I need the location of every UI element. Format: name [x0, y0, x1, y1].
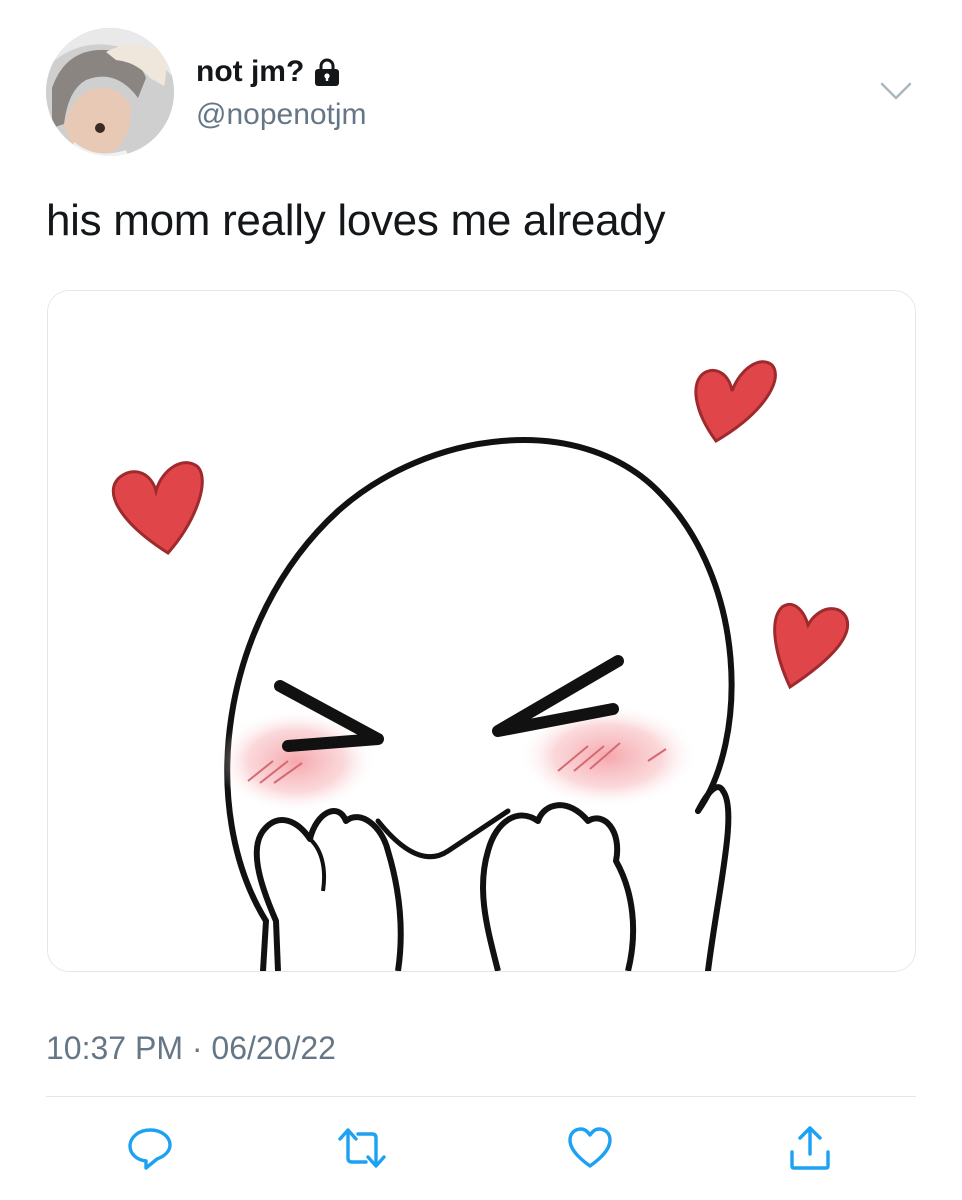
display-name[interactable]: not jm?: [196, 55, 304, 89]
avatar-photo: [46, 28, 174, 156]
share-button[interactable]: [784, 1122, 836, 1174]
tweet-actions: [0, 1110, 962, 1190]
like-button[interactable]: [564, 1122, 616, 1174]
lock-icon: [315, 58, 340, 86]
divider: [46, 1096, 916, 1097]
heart-icon: [568, 1127, 612, 1168]
reply-icon: [128, 1128, 172, 1170]
tweet-timestamp[interactable]: 10:37 PM · 06/20/22: [46, 1030, 336, 1067]
user-handle[interactable]: @nopenotjm: [196, 98, 367, 132]
tweet-media[interactable]: [47, 290, 916, 972]
avatar[interactable]: [46, 28, 174, 156]
tweet-header: not jm? @nopenotjm: [0, 0, 962, 170]
blushing-face-illustration: [48, 291, 915, 971]
share-icon: [790, 1126, 830, 1170]
retweet-button[interactable]: [336, 1122, 388, 1174]
display-name-row: not jm?: [196, 52, 340, 92]
chevron-down-icon[interactable]: [878, 76, 914, 106]
retweet-icon: [338, 1128, 386, 1168]
reply-button[interactable]: [124, 1122, 176, 1174]
tweet-text: his mom really loves me already: [46, 196, 666, 245]
